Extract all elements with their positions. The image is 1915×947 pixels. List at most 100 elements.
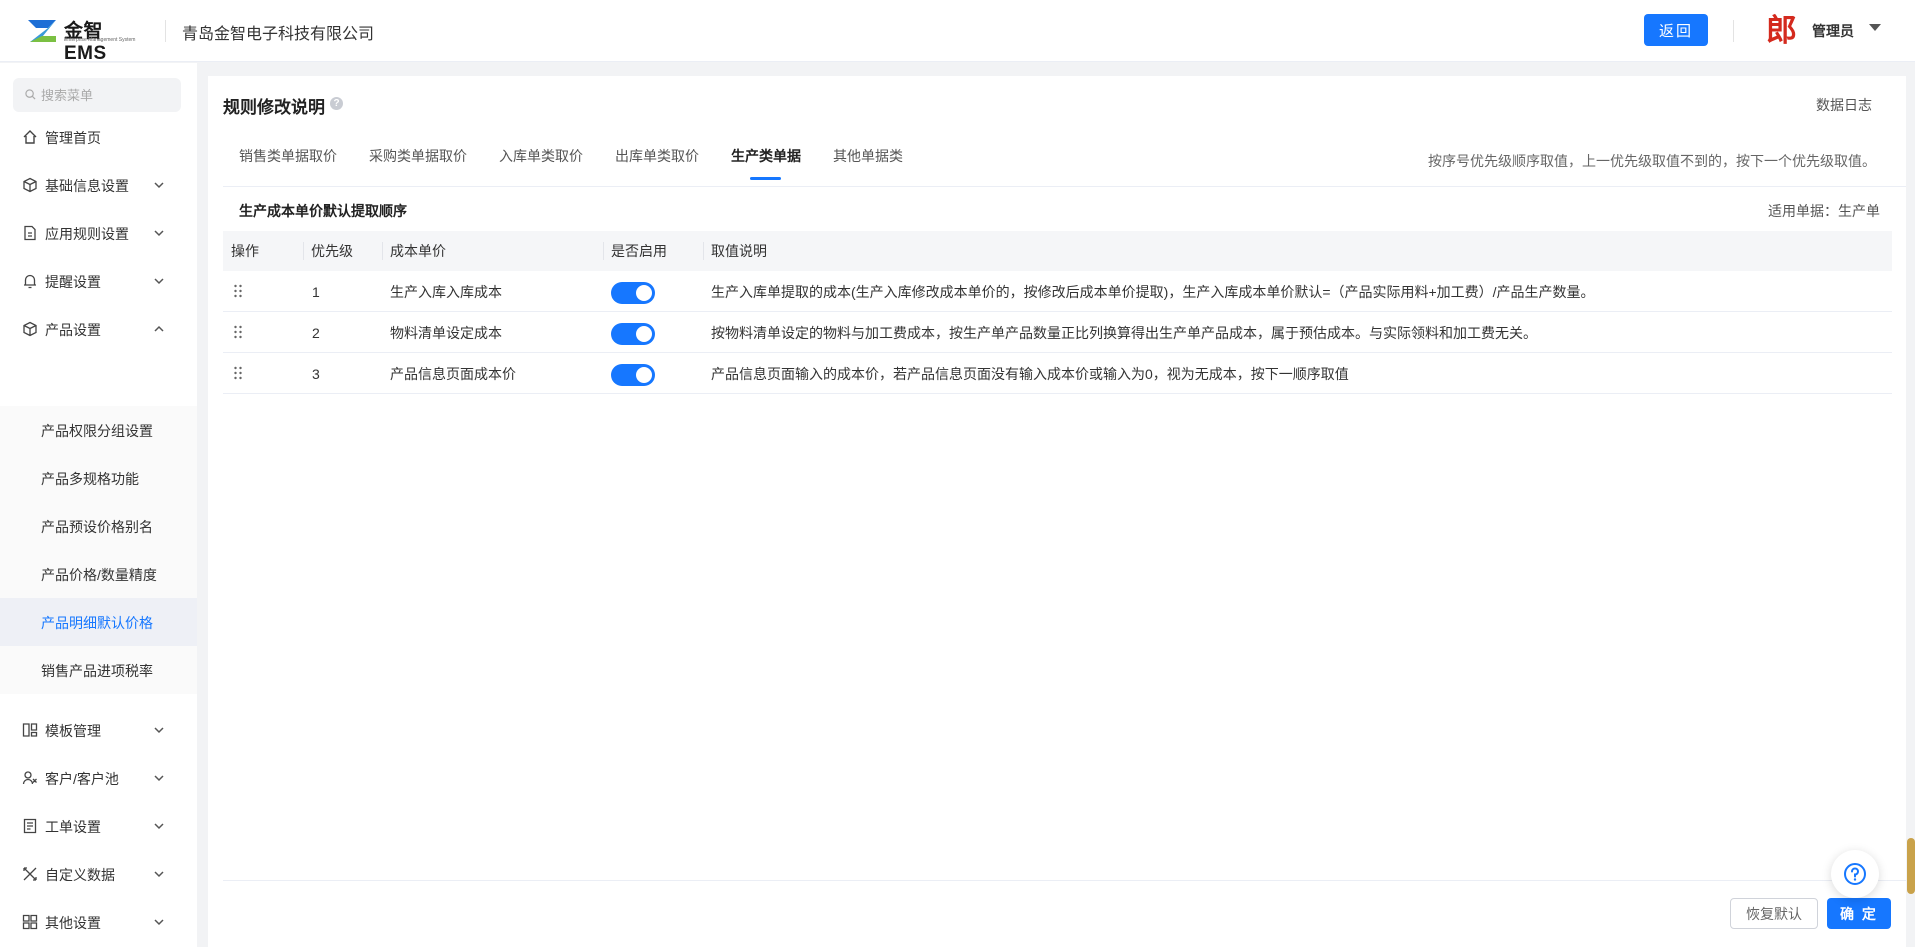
tab-label: 其他单据类 bbox=[833, 148, 903, 164]
description-cell: 生产入库单提取的成本(生产入库修改成本单价的，按修改后成本单价提取)，生产入库成… bbox=[711, 284, 1595, 300]
restore-default-button[interactable]: 恢复默认 bbox=[1730, 898, 1818, 929]
customer-icon bbox=[22, 771, 37, 785]
column-header: 取值说明 bbox=[703, 231, 767, 271]
template-icon bbox=[22, 723, 38, 737]
submenu-item-label: 产品权限分组设置 bbox=[41, 423, 153, 439]
column-header: 优先级 bbox=[303, 231, 353, 271]
document-icon bbox=[24, 225, 36, 241]
sidebar-item-label: 提醒设置 bbox=[45, 274, 101, 290]
sidebar-item-basic-info[interactable]: 基础信息设置 bbox=[0, 161, 197, 209]
home-icon bbox=[23, 130, 37, 144]
bell-icon bbox=[24, 274, 36, 289]
svg-text:郎: 郎 bbox=[1766, 13, 1797, 46]
chevron-down-icon bbox=[154, 230, 164, 237]
enable-toggle[interactable] bbox=[611, 323, 655, 345]
submenu-item[interactable]: 产品权限分组设置 bbox=[0, 406, 197, 454]
tab-label: 生产类单据 bbox=[731, 148, 801, 164]
sidebar: 管理首页 基础信息设置 应用规则设置 提醒设置 产品设置 产品权限分组设置 产品… bbox=[0, 63, 197, 947]
sidebar-item-app-rules[interactable]: 应用规则设置 bbox=[0, 209, 197, 257]
sidebar-item-label: 自定义数据 bbox=[45, 867, 115, 883]
sidebar-item-label: 模板管理 bbox=[45, 723, 101, 739]
sidebar-item-templates[interactable]: 模板管理 bbox=[0, 706, 197, 754]
tab-label: 销售类单据取价 bbox=[239, 148, 337, 164]
footer-divider bbox=[223, 880, 1906, 881]
section-title: 生产成本单价默认提取顺序 bbox=[239, 203, 407, 219]
enable-toggle[interactable] bbox=[611, 364, 655, 386]
user-name[interactable]: 管理员 bbox=[1812, 21, 1854, 41]
logo-mark-icon bbox=[28, 20, 56, 42]
user-logo-icon[interactable]: 郎 bbox=[1766, 12, 1804, 46]
table-row: 3 产品信息页面成本价 产品信息页面输入的成本价，若产品信息页面没有输入成本价或… bbox=[223, 354, 1892, 394]
question-icon bbox=[1844, 863, 1866, 885]
tab-label: 采购类单据取价 bbox=[369, 148, 467, 164]
sidebar-item-product-settings[interactable]: 产品设置 bbox=[0, 305, 197, 353]
tab-purchase[interactable]: 采购类单据取价 bbox=[369, 146, 467, 186]
app-logo[interactable]: 金智 EMS Enterprise Management System bbox=[26, 16, 148, 64]
scrollbar-thumb[interactable] bbox=[1907, 838, 1915, 894]
sidebar-item-label: 基础信息设置 bbox=[45, 178, 129, 194]
drag-handle-icon[interactable] bbox=[233, 325, 243, 339]
tab-divider bbox=[223, 186, 1906, 187]
confirm-button[interactable]: 确 定 bbox=[1827, 898, 1891, 929]
applies-to-label: 适用单据：生产单 bbox=[1768, 203, 1880, 219]
logo-subtitle: Enterprise Management System bbox=[64, 37, 136, 43]
drag-handle-icon[interactable] bbox=[233, 366, 243, 380]
tab-sales[interactable]: 销售类单据取价 bbox=[239, 146, 337, 186]
chevron-down-icon bbox=[154, 278, 164, 285]
ticket-icon bbox=[23, 818, 37, 834]
tab-other[interactable]: 其他单据类 bbox=[833, 146, 903, 186]
header-divider bbox=[165, 20, 166, 42]
user-dropdown-icon[interactable] bbox=[1869, 24, 1881, 31]
column-header: 操作 bbox=[231, 243, 259, 259]
priority-cell: 2 bbox=[312, 325, 320, 341]
sidebar-item-tickets[interactable]: 工单设置 bbox=[0, 802, 197, 850]
chevron-down-icon bbox=[154, 182, 164, 189]
table-row: 1 生产入库入库成本 生产入库单提取的成本(生产入库修改成本单价的，按修改后成本… bbox=[223, 272, 1892, 312]
menu-search-input[interactable] bbox=[41, 85, 171, 105]
page-title: 规则修改说明 bbox=[223, 98, 325, 117]
sidebar-item-label: 客户/客户池 bbox=[45, 771, 119, 787]
cube-icon bbox=[23, 321, 37, 337]
submenu-item[interactable]: 销售产品进项税率 bbox=[0, 646, 197, 694]
sidebar-item-custom-data[interactable]: 自定义数据 bbox=[0, 850, 197, 898]
submenu-item[interactable]: 产品多规格功能 bbox=[0, 454, 197, 502]
sidebar-item-label: 管理首页 bbox=[45, 130, 101, 146]
tab-label: 出库单类取价 bbox=[615, 148, 699, 164]
description-cell: 按物料清单设定的物料与加工费成本，按生产单产品数量正比列换算得出生产单产品成本，… bbox=[711, 325, 1537, 341]
menu-search[interactable] bbox=[13, 78, 181, 112]
sidebar-item-home[interactable]: 管理首页 bbox=[0, 113, 197, 161]
cost-name-cell: 物料清单设定成本 bbox=[390, 325, 502, 341]
description-cell: 产品信息页面输入的成本价，若产品信息页面没有输入成本价或输入为0，视为无成本，按… bbox=[711, 366, 1349, 382]
submenu-item[interactable]: 产品预设价格别名 bbox=[0, 502, 197, 550]
tab-outbound[interactable]: 出库单类取价 bbox=[615, 146, 699, 186]
submenu-item-active[interactable]: 产品明细默认价格 bbox=[0, 598, 197, 646]
help-icon[interactable]: ? bbox=[330, 97, 343, 110]
chevron-down-icon bbox=[154, 823, 164, 830]
chevron-down-icon bbox=[154, 775, 164, 782]
submenu-item-label: 产品明细默认价格 bbox=[41, 615, 153, 631]
chevron-down-icon bbox=[154, 919, 164, 926]
sidebar-item-other-settings[interactable]: 其他设置 bbox=[0, 898, 197, 946]
floating-help-button[interactable] bbox=[1831, 850, 1879, 898]
sidebar-item-customers[interactable]: 客户/客户池 bbox=[0, 754, 197, 802]
sidebar-item-label: 应用规则设置 bbox=[45, 226, 129, 242]
chevron-up-icon bbox=[154, 325, 164, 332]
drag-handle-icon[interactable] bbox=[233, 284, 243, 298]
product-settings-submenu: 产品权限分组设置 产品多规格功能 产品预设价格别名 产品价格/数量精度 产品明细… bbox=[0, 406, 197, 694]
header-divider bbox=[1733, 20, 1734, 42]
back-button[interactable]: 返回 bbox=[1644, 14, 1708, 46]
grid-icon bbox=[22, 914, 38, 930]
submenu-item[interactable]: 产品价格/数量精度 bbox=[0, 550, 197, 598]
sidebar-item-reminders[interactable]: 提醒设置 bbox=[0, 257, 197, 305]
tab-inbound[interactable]: 入库单类取价 bbox=[499, 146, 583, 186]
submenu-item-label: 产品多规格功能 bbox=[41, 471, 139, 487]
cost-name-cell: 产品信息页面成本价 bbox=[390, 366, 516, 382]
sidebar-item-label: 产品设置 bbox=[45, 322, 101, 338]
enable-toggle[interactable] bbox=[611, 282, 655, 304]
company-name: 青岛金智电子科技有限公司 bbox=[182, 26, 375, 43]
priority-cell: 3 bbox=[312, 366, 320, 382]
column-header: 是否启用 bbox=[603, 231, 667, 271]
column-header: 成本单价 bbox=[382, 231, 446, 271]
tab-production[interactable]: 生产类单据 bbox=[731, 146, 801, 186]
data-log-link[interactable]: 数据日志 bbox=[1816, 95, 1872, 115]
